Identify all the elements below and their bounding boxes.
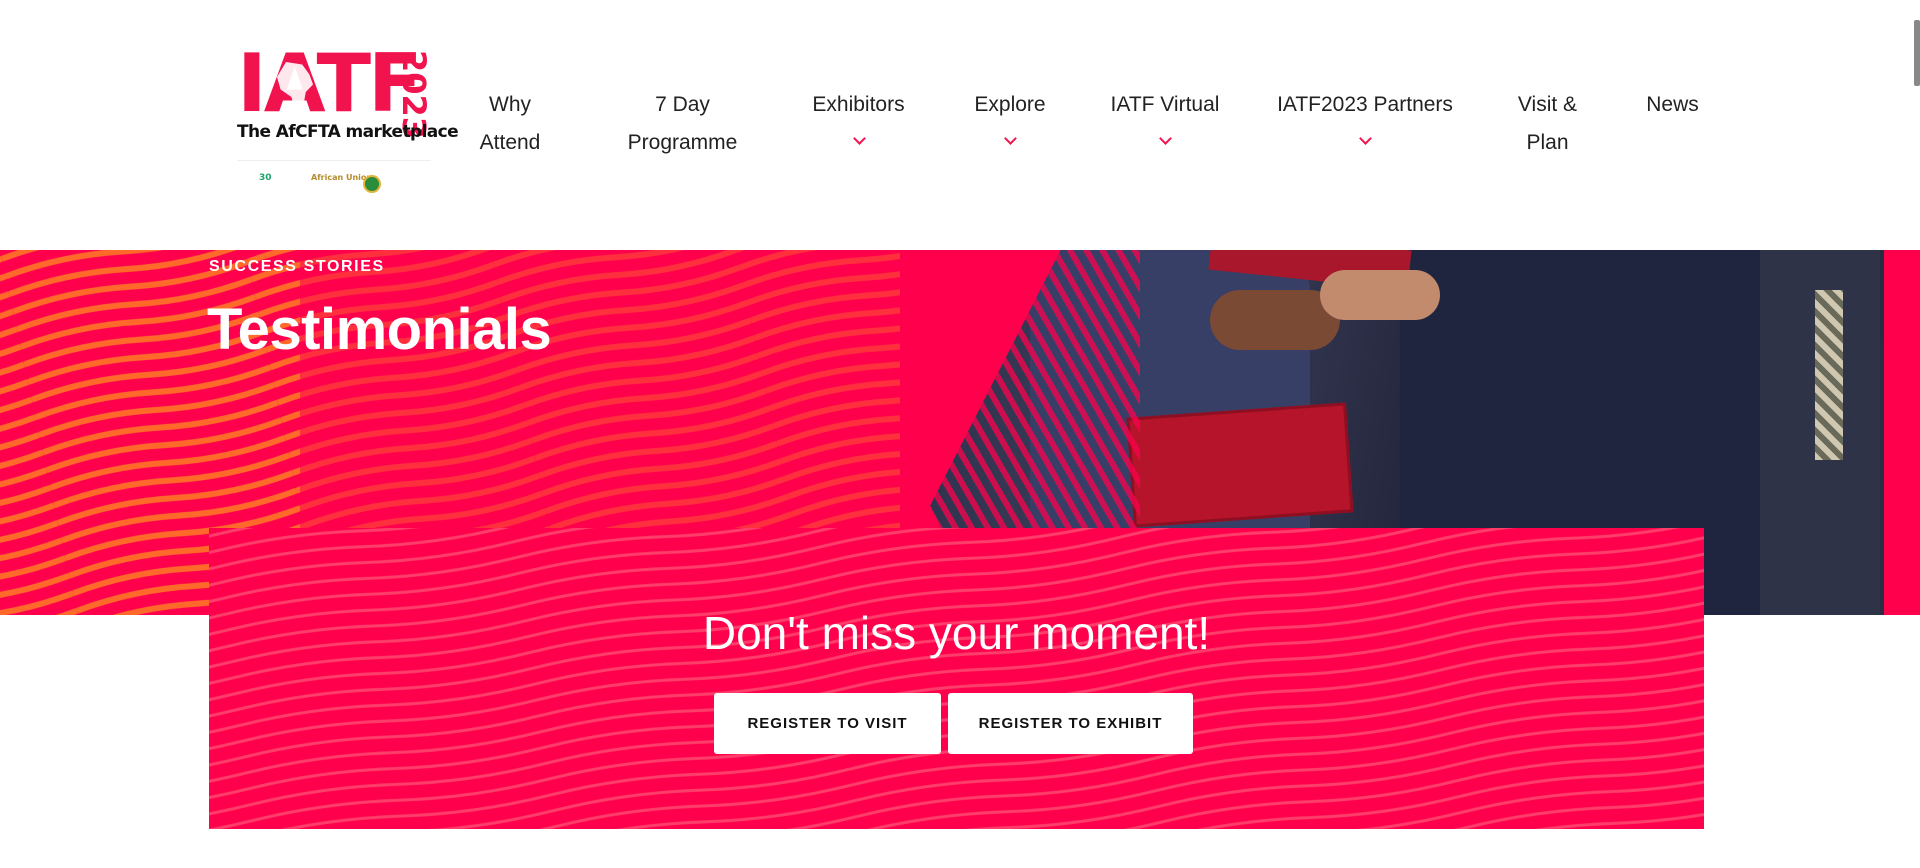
logo-wordmark: IATF [237, 37, 423, 130]
afcfta-seal-icon [363, 175, 381, 193]
cta-heading: Don't miss your moment! [702, 607, 1211, 659]
nav-label: News [1646, 93, 1699, 116]
wave-pattern-decoration [209, 528, 1704, 829]
register-to-exhibit-button[interactable]: REGISTER TO EXHIBIT [948, 693, 1193, 754]
logo-tagline: The AfCFTA marketplace [237, 122, 459, 142]
cta-banner: Don't miss your moment! REGISTER TO VISI… [209, 528, 1704, 829]
iatf-logo[interactable]: IATF 2023 The AfCFTA marketplace 30 Afri… [237, 37, 459, 200]
nav-explore[interactable]: Explore [965, 86, 1055, 162]
afreximbank-30-logo: 30 [259, 173, 272, 183]
nav-why-attend[interactable]: Why Attend [470, 86, 550, 162]
nav-visit-plan[interactable]: Visit & Plan [1505, 86, 1590, 162]
nav-7-day-programme[interactable]: 7 Day Programme [625, 86, 740, 162]
nav-iatf-virtual[interactable]: IATF Virtual [1105, 86, 1225, 162]
chevron-down-icon[interactable] [1003, 124, 1017, 162]
nav-label: Visit & Plan [1517, 93, 1578, 154]
nav-exhibitors[interactable]: Exhibitors [805, 86, 912, 162]
chevron-down-icon[interactable] [1358, 124, 1372, 162]
nav-label: IATF Virtual [1110, 93, 1220, 116]
nav-news[interactable]: News [1640, 86, 1705, 124]
nav-label: Exhibitors [812, 93, 905, 116]
hero-eyebrow: SUCCESS STORIES [209, 258, 385, 275]
register-to-visit-button[interactable]: REGISTER TO VISIT [714, 693, 941, 754]
logo-year: 2023 [395, 50, 433, 140]
nav-label: 7 Day Programme [627, 93, 738, 154]
nav-label: Why Attend [479, 93, 541, 154]
chevron-down-icon[interactable] [1158, 124, 1172, 162]
site-header: IATF 2023 The AfCFTA marketplace 30 Afri… [0, 0, 1920, 250]
nav-label: IATF2023 Partners [1277, 93, 1453, 116]
nav-label: Explore [974, 93, 1046, 116]
chevron-down-icon[interactable] [852, 124, 866, 162]
page-title: Testimonials [207, 297, 552, 362]
logo-partners: 30 African Union [237, 160, 431, 200]
nav-iatf2023-partners[interactable]: IATF2023 Partners [1275, 86, 1455, 162]
page-scrollbar[interactable] [1914, 20, 1920, 86]
hero-edge-strip [1884, 250, 1920, 615]
